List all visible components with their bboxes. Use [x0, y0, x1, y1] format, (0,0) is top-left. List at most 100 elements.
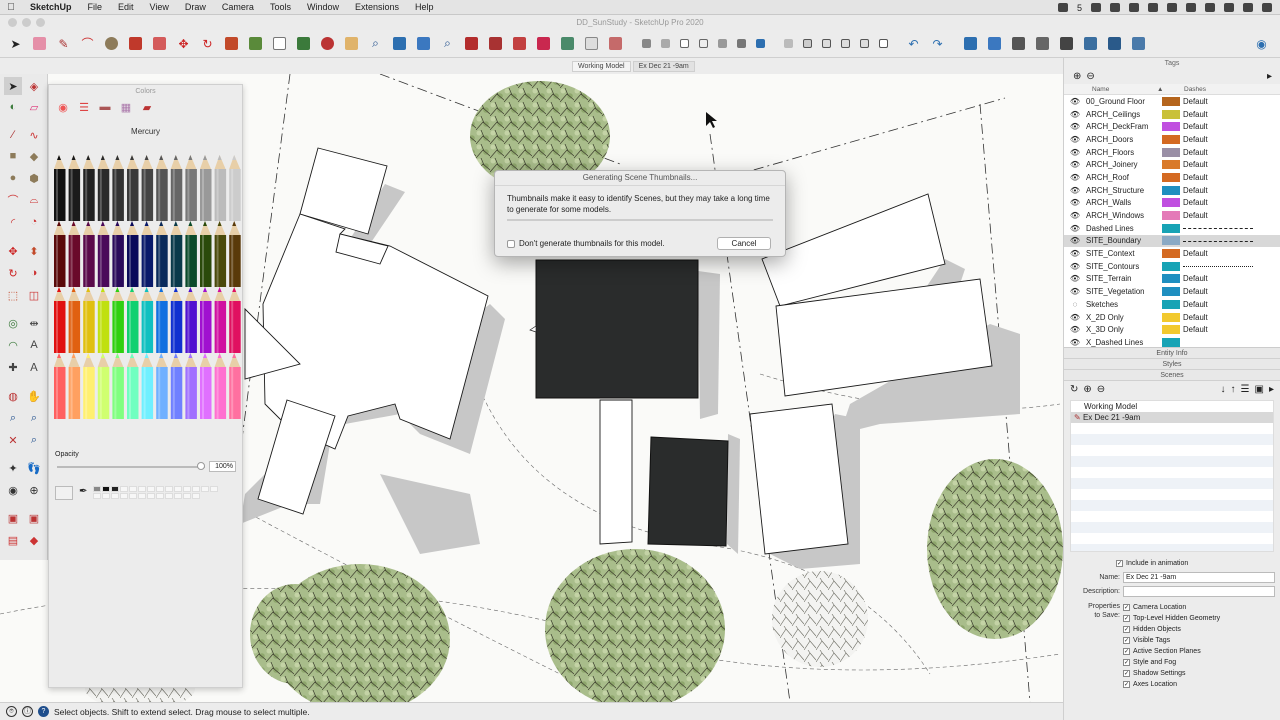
menu-draw[interactable]: Draw: [177, 0, 214, 15]
scale-icon[interactable]: ⬚: [4, 286, 22, 304]
sandbox-button[interactable]: [557, 33, 578, 54]
rotate-tool-button[interactable]: ↻: [197, 33, 218, 54]
tag-row[interactable]: 👁 ARCH_Roof Default: [1064, 171, 1280, 184]
crayon-pencil[interactable]: [170, 287, 183, 353]
update-scene-icon[interactable]: ↻: [1070, 384, 1078, 395]
crayon-pencil[interactable]: [83, 287, 95, 353]
tape-tool-button[interactable]: [245, 33, 266, 54]
crayon-pencil[interactable]: [112, 353, 124, 419]
axes-icon[interactable]: ✚: [4, 358, 22, 376]
tag-name[interactable]: ARCH_Windows: [1086, 211, 1162, 220]
color-wheel-icon[interactable]: ◉: [55, 100, 71, 114]
share-model-button[interactable]: [485, 33, 506, 54]
pan-icon[interactable]: ✋: [25, 387, 43, 405]
eye-visible-icon[interactable]: 👁: [1064, 186, 1086, 195]
tag-name[interactable]: ARCH_Walls: [1086, 198, 1162, 207]
tag-color-swatch[interactable]: [1162, 299, 1180, 309]
select-tool-icon[interactable]: ➤: [4, 77, 22, 95]
pie-icon[interactable]: ◔: [25, 213, 43, 231]
3d-text-icon[interactable]: Ａ: [25, 358, 43, 376]
orbit-tool-button[interactable]: [317, 33, 338, 54]
minimize-window-button[interactable]: [22, 18, 31, 27]
tag-dash-pattern[interactable]: Default: [1183, 198, 1258, 207]
checkbox-box[interactable]: [507, 239, 515, 248]
property-checkbox[interactable]: ✓ Style and Fog: [1123, 659, 1176, 666]
battery-icon[interactable]: [1243, 3, 1253, 12]
tag-row[interactable]: 👁 SITE_Contours: [1064, 260, 1280, 273]
checkbox-box[interactable]: ✓: [1123, 648, 1130, 655]
add-tag-icon[interactable]: ⊕: [1073, 71, 1081, 82]
tag-name[interactable]: X_2D Only: [1086, 313, 1162, 322]
tag-name[interactable]: ARCH_Doors: [1086, 135, 1162, 144]
tag-name[interactable]: SITE_Vegetation: [1086, 287, 1162, 296]
layout-button[interactable]: [533, 33, 554, 54]
instructor-status-icon[interactable]: ?: [38, 706, 49, 717]
crayon-pencil[interactable]: [54, 287, 66, 353]
tag-row[interactable]: 👁 Dashed Lines: [1064, 222, 1280, 235]
time-machine-icon[interactable]: [1148, 3, 1158, 12]
tag-color-swatch[interactable]: [1162, 134, 1180, 144]
crayon-pencil[interactable]: [83, 353, 95, 419]
eye-visible-icon[interactable]: 👁: [1064, 287, 1086, 296]
zoom-tool-button[interactable]: ⌕: [365, 33, 386, 54]
crayon-pencil[interactable]: [170, 155, 183, 221]
checkbox-box[interactable]: ✓: [1123, 626, 1130, 633]
bluetooth-icon[interactable]: [1167, 3, 1177, 12]
paint-tool-button[interactable]: [293, 33, 314, 54]
warehouse-button[interactable]: [461, 33, 482, 54]
components-button[interactable]: [1008, 33, 1029, 54]
scenes-header[interactable]: Scenes: [1064, 370, 1280, 381]
crayon-pencil[interactable]: [229, 221, 241, 287]
scene-name-field[interactable]: Ex Dec 21 -9am: [1123, 572, 1275, 583]
tag-dash-pattern[interactable]: Default: [1183, 274, 1258, 283]
offset-icon[interactable]: ◫: [25, 286, 43, 304]
eye-visible-icon[interactable]: 👁: [1064, 262, 1086, 271]
layout-icon[interactable]: ◆: [25, 531, 43, 549]
checkbox-box[interactable]: ✓: [1123, 670, 1130, 677]
color-sliders-icon[interactable]: ☰: [76, 100, 92, 114]
crayon-pencil[interactable]: [214, 221, 227, 287]
crayon-pencil[interactable]: [97, 287, 110, 353]
tag-name[interactable]: SITE_Boundary: [1086, 236, 1162, 245]
walk-icon[interactable]: 👣: [25, 459, 43, 477]
tag-row[interactable]: 👁 ARCH_Ceilings Default: [1064, 108, 1280, 121]
undo-button[interactable]: ↶: [903, 33, 924, 54]
tag-name[interactable]: ARCH_Floors: [1086, 148, 1162, 157]
view-front-button[interactable]: [818, 33, 834, 54]
crayon-pencil[interactable]: [127, 221, 139, 287]
tag-name[interactable]: X_Dashed Lines: [1086, 338, 1162, 347]
dont-generate-checkbox[interactable]: Don't generate thumbnails for this model…: [507, 239, 665, 248]
menu-sketchup[interactable]: SketchUp: [22, 0, 80, 15]
pan-tool-button[interactable]: [341, 33, 362, 54]
tag-row[interactable]: 👁 ARCH_Doors Default: [1064, 133, 1280, 146]
tag-row[interactable]: 👁 ARCH_Windows Default: [1064, 209, 1280, 222]
geo-location-button[interactable]: [960, 33, 981, 54]
apple-menu-icon[interactable]: : [0, 2, 22, 13]
hide-details-icon[interactable]: ▣: [1255, 384, 1264, 395]
sort-up-icon[interactable]: ▲: [1157, 84, 1184, 94]
tag-row[interactable]: 👁 X_3D Only Default: [1064, 323, 1280, 336]
eye-visible-icon[interactable]: 👁: [1064, 274, 1086, 283]
tag-dash-pattern[interactable]: Default: [1183, 186, 1258, 195]
look-around-button[interactable]: [1104, 33, 1125, 54]
select-tool-button[interactable]: ➤: [5, 33, 26, 54]
add-scene-icon[interactable]: ⊕: [1083, 384, 1091, 395]
move-scene-down-icon[interactable]: ↓: [1221, 384, 1226, 395]
volume-icon[interactable]: [1224, 3, 1234, 12]
tag-color-swatch[interactable]: [1162, 325, 1180, 335]
tag-row[interactable]: 👁 SITE_Context Default: [1064, 247, 1280, 260]
scene-list-item[interactable]: Working Model: [1071, 401, 1273, 412]
style-textures-button[interactable]: [733, 33, 749, 54]
crayon-pencil[interactable]: [127, 287, 139, 353]
checkbox-box[interactable]: ✓: [1123, 637, 1130, 644]
tag-dash-pattern[interactable]: Default: [1183, 160, 1258, 169]
delete-scene-icon[interactable]: ⊖: [1097, 384, 1105, 395]
current-color-swatch[interactable]: [55, 486, 73, 500]
tag-dash-pattern[interactable]: Default: [1183, 110, 1258, 119]
tab-ex-dec-21[interactable]: Ex Dec 21 -9am: [632, 61, 695, 72]
polygon-icon[interactable]: ⬢: [25, 169, 43, 187]
scene-description-field[interactable]: [1123, 586, 1275, 597]
crayon-pencil[interactable]: [229, 353, 241, 419]
crayon-pencil[interactable]: [97, 221, 110, 287]
tag-dash-pattern[interactable]: Default: [1183, 300, 1258, 309]
